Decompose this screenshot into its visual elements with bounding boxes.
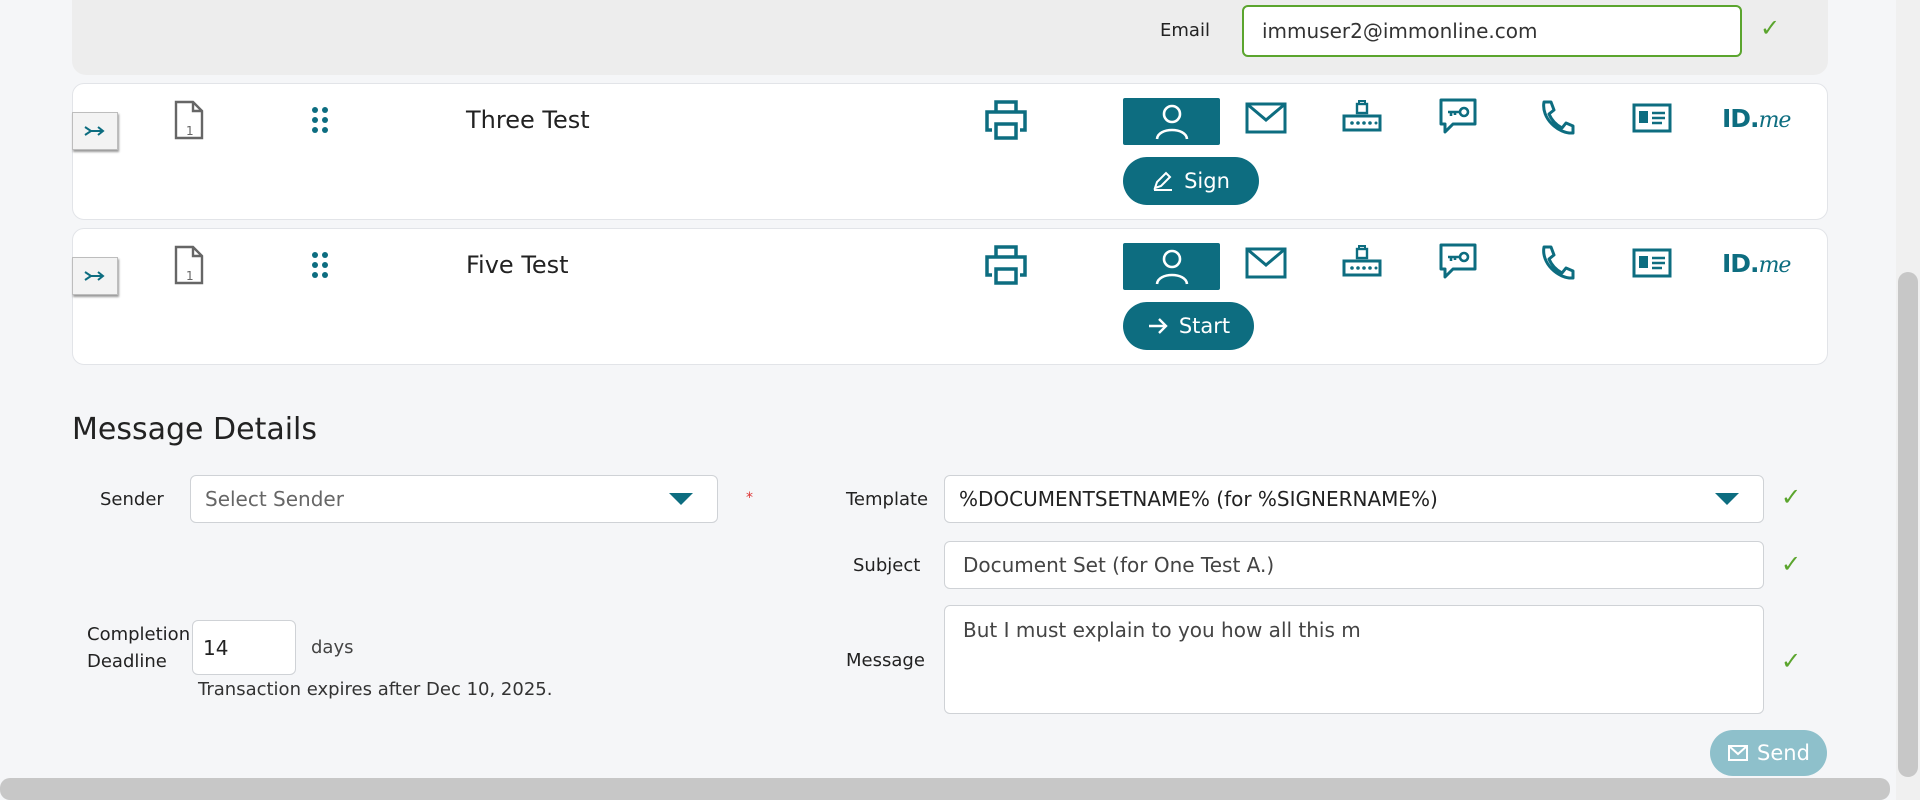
template-label: Template: [846, 489, 929, 510]
document-page-icon: 1: [172, 245, 206, 289]
deadline-days-input[interactable]: [192, 620, 296, 675]
days-label: days: [311, 637, 354, 658]
password-lock-icon: [1342, 245, 1382, 277]
print-icon[interactable]: [984, 243, 1028, 291]
message-textarea[interactable]: But I must explain to you how all this m: [944, 605, 1764, 714]
pen-icon: [1153, 171, 1173, 191]
message-valid-check-icon: ✓: [1781, 647, 1802, 675]
password-lock-icon: [1342, 100, 1382, 132]
auth-method-idme-button[interactable]: ID.me: [1722, 104, 1791, 133]
chevron-down-icon: [669, 493, 693, 505]
auth-method-id-card-button[interactable]: [1630, 98, 1674, 138]
template-valid-check-icon: ✓: [1781, 483, 1802, 511]
arrow-right-icon: [1148, 318, 1168, 334]
svg-text:1: 1: [186, 124, 194, 138]
auth-method-person-button[interactable]: [1123, 98, 1220, 145]
send-button[interactable]: Send: [1710, 730, 1827, 776]
auth-method-sms-button[interactable]: [1436, 96, 1480, 136]
required-marker: *: [746, 490, 753, 506]
expand-row-toggle[interactable]: [72, 112, 118, 150]
auth-method-idme-button[interactable]: ID.me: [1722, 249, 1791, 278]
subject-valid-check-icon: ✓: [1781, 550, 1802, 578]
signer-name: Three Test: [466, 106, 590, 134]
sign-button[interactable]: Sign: [1123, 157, 1259, 205]
sender-label: Sender: [100, 489, 164, 510]
sms-key-icon: [1439, 98, 1477, 134]
envelope-icon: [1728, 745, 1749, 761]
phone-icon: [1542, 100, 1575, 135]
signer-name: Five Test: [466, 251, 569, 279]
subject-input[interactable]: [944, 541, 1764, 589]
expand-arrow-icon: [84, 126, 105, 136]
auth-method-sms-button[interactable]: [1436, 241, 1480, 281]
envelope-icon: [1245, 247, 1287, 279]
drag-handle-icon[interactable]: [310, 251, 330, 285]
person-icon: [1155, 104, 1188, 139]
vertical-scrollbar-thumb[interactable]: [1898, 272, 1918, 777]
template-select[interactable]: %DOCUMENTSETNAME% (for %SIGNERNAME%): [944, 475, 1764, 523]
id-card-icon: [1632, 248, 1672, 278]
email-label: Email: [1160, 20, 1210, 41]
expand-row-toggle[interactable]: [72, 257, 118, 295]
print-icon[interactable]: [984, 98, 1028, 146]
completion-deadline-label: Completion Deadline: [87, 624, 191, 672]
start-button[interactable]: Start: [1123, 302, 1254, 350]
email-valid-check-icon: ✓: [1760, 14, 1781, 42]
document-page-icon: 1: [172, 100, 206, 144]
auth-method-person-button[interactable]: [1123, 243, 1220, 290]
person-icon: [1155, 249, 1188, 284]
sender-select[interactable]: Select Sender: [190, 475, 718, 523]
phone-icon: [1542, 245, 1575, 280]
expand-arrow-icon: [84, 271, 105, 281]
drag-handle-icon[interactable]: [310, 106, 330, 140]
auth-method-email-button[interactable]: [1244, 98, 1288, 138]
message-label: Message: [846, 650, 925, 671]
auth-method-email-button[interactable]: [1244, 243, 1288, 283]
envelope-icon: [1245, 102, 1287, 134]
svg-text:1: 1: [186, 269, 194, 283]
auth-method-password-button[interactable]: [1340, 243, 1384, 283]
sms-key-icon: [1439, 243, 1477, 279]
subject-label: Subject: [853, 555, 921, 576]
chevron-down-icon: [1715, 493, 1739, 505]
auth-method-phone-button[interactable]: [1534, 98, 1578, 138]
auth-method-password-button[interactable]: [1340, 98, 1384, 138]
email-input[interactable]: [1242, 5, 1742, 57]
id-card-icon: [1632, 103, 1672, 133]
section-title: Message Details: [72, 412, 318, 447]
auth-method-phone-button[interactable]: [1534, 243, 1578, 283]
horizontal-scrollbar[interactable]: [0, 778, 1890, 800]
auth-method-id-card-button[interactable]: [1630, 243, 1674, 283]
expiry-note: Transaction expires after Dec 10, 2025.: [198, 679, 553, 700]
